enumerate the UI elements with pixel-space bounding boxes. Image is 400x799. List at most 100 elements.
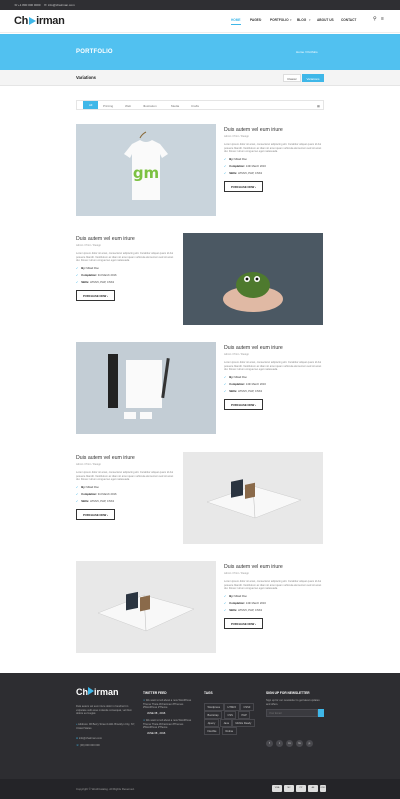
purchase-button[interactable]: PURCHASE NOW › [76, 290, 116, 302]
item-title[interactable]: Duis autem vel eum iriure [76, 455, 176, 461]
magazine-image[interactable] [76, 561, 216, 653]
filter-illustration[interactable]: Illustration [143, 104, 157, 108]
item-desc: Lorem ipsum dolor sit amet, consectetur … [76, 252, 174, 263]
tag[interactable]: Retina [222, 727, 237, 735]
newsletter-text: Sign up for our newsletter to get latest… [266, 699, 320, 706]
item-text: Duis autem vel eum iriure Admin / Print … [76, 233, 176, 302]
item-desc: Lorem ipsum dolor sit amet, consectetur … [224, 580, 322, 591]
newsletter-submit-button[interactable] [318, 709, 324, 717]
item-skills: ✔ Skills: HTML5, PHP, CSS3 [76, 499, 114, 503]
item-by: ✔ By: Mikail Roo [224, 375, 247, 379]
purchase-button[interactable]: PURCHASE NOW › [76, 509, 116, 521]
top-phone: +1 800 000 0000 [18, 3, 41, 7]
logo[interactable]: Ch irman [14, 15, 65, 27]
portfolio-item: gm Duis autem vel eum iriure Admin / Pri… [76, 124, 324, 218]
footer-email[interactable]: ✉ info@chairman.com [76, 737, 102, 741]
twitter-icon[interactable]: t [276, 740, 283, 747]
tshirt-image[interactable]: gm [76, 124, 216, 216]
item-title[interactable]: Duis autem vel eum iriure [224, 564, 324, 570]
tag[interactable]: Java [220, 719, 233, 727]
search-icon[interactable]: ⚲ [373, 16, 377, 22]
google-plus-icon[interactable]: G [296, 740, 303, 747]
portfolio-item: Duis autem vel eum iriure Admin / Print … [76, 452, 324, 546]
classic-button[interactable]: Classic [283, 74, 301, 82]
filter-bar: All Printing Web Illustration Media Craf… [76, 100, 324, 110]
check-icon: ✔ [224, 171, 227, 175]
filter-web[interactable]: Web [125, 104, 131, 108]
filter-printing[interactable]: Printing [103, 104, 113, 108]
post-item[interactable]: ✦ We want to tell about a new WordPress … [143, 699, 195, 710]
footer-logo[interactable]: Ch irman [76, 687, 119, 697]
nav-home[interactable]: HOME [231, 18, 241, 25]
nav-contact[interactable]: CONTACT [341, 18, 356, 22]
stationery-image[interactable] [76, 342, 216, 434]
portfolio-item: Duis autem vel eum iriure Admin / Print … [76, 233, 324, 327]
tag[interactable]: Flexible [204, 727, 220, 735]
menu-icon[interactable]: ≡ [381, 16, 384, 22]
tag[interactable]: Bootstrap [204, 711, 223, 719]
check-icon: ✔ [224, 382, 227, 386]
copyright: Copyright © WordCatalog. All Rights Rese… [76, 787, 135, 791]
tag[interactable]: Jquery [204, 719, 219, 727]
arrow-right-icon: › [107, 512, 109, 517]
item-by: ✔ By: Mikail Roo [76, 485, 99, 489]
item-title[interactable]: Duis autem vel eum iriure [76, 236, 176, 242]
variations-button[interactable]: Variations [302, 74, 324, 82]
filter-crafts[interactable]: Crafts [191, 104, 199, 108]
check-icon: ✔ [76, 266, 79, 270]
grid-icon[interactable]: ▦ [317, 104, 320, 108]
tag[interactable]: Wordpress [204, 703, 224, 711]
check-icon: ✔ [224, 157, 227, 161]
breadcrumb[interactable]: Home / Portfolio [296, 50, 318, 54]
moss-hands-image[interactable] [183, 233, 323, 325]
check-icon: ✔ [76, 485, 79, 489]
purchase-button[interactable]: PURCHASE NOW › [224, 618, 264, 630]
post-item[interactable]: ✦ We want to tell about a new WordPress … [143, 719, 195, 730]
top-email[interactable]: info@chairman.com [48, 3, 75, 7]
footer-address: ⌖ Address: 96 Berry Street 11111 Brookly… [76, 723, 135, 730]
svg-text:gm: gm [133, 164, 159, 182]
item-desc: Lorem ipsum dolor sit amet, consectetur … [76, 471, 174, 482]
item-text: Duis autem vel eum iriure Admin / Print … [224, 342, 324, 411]
magazine-image[interactable] [183, 452, 323, 544]
tag[interactable]: CSS [224, 711, 237, 719]
tag[interactable]: PHP [238, 711, 251, 719]
nav-portfolio[interactable]: PORTFOLIO [270, 18, 289, 22]
facebook-icon[interactable]: f [266, 740, 273, 747]
tag[interactable]: Mobile Ready [232, 719, 255, 727]
check-icon: ✔ [76, 280, 79, 284]
nav-blog[interactable]: BLOG [297, 18, 306, 22]
item-meta: Admin / Print / Design [76, 463, 102, 466]
tag[interactable]: CSS3 [240, 703, 254, 711]
portfolio-item: Duis autem vel eum iriure Admin / Print … [76, 561, 324, 655]
item-skills: ✔ Skills: HTML5, PHP, CSS3 [224, 171, 262, 175]
check-icon: ✔ [76, 499, 79, 503]
tag[interactable]: HTML5 [224, 703, 240, 711]
item-text: Duis autem vel eum iriure Admin / Print … [224, 561, 324, 630]
filter-media[interactable]: Media [171, 104, 179, 108]
check-icon: ✔ [76, 273, 79, 277]
tags-heading: TAGS [204, 691, 213, 695]
check-icon: ✔ [224, 594, 227, 598]
page-hero: PORTFOLIO Home / Portfolio [0, 34, 400, 70]
item-text: Duis autem vel eum iriure Admin / Print … [76, 452, 176, 521]
item-title[interactable]: Duis autem vel eum iriure [224, 345, 324, 351]
header: Ch irman HOME PAGES PORTFOLIO BLOG ABOUT … [0, 10, 400, 33]
visa-icon: VISA [272, 785, 282, 792]
item-completion: ✔ Completion: 14th March 2016 [224, 601, 266, 605]
item-by: ✔ By: Mikail Roo [224, 594, 247, 598]
newsletter-input[interactable] [266, 709, 318, 717]
filter-all[interactable]: All [83, 101, 99, 109]
linkedin-icon[interactable]: in [286, 740, 293, 747]
purchase-button[interactable]: PURCHASE NOW › [224, 181, 264, 193]
item-meta: Admin / Print / Design [76, 244, 102, 247]
item-title[interactable]: Duis autem vel eum iriure [224, 127, 324, 133]
check-icon: ✔ [224, 601, 227, 605]
posts-heading: TWITTER FEED [143, 691, 167, 695]
pinterest-icon[interactable]: p [306, 740, 313, 747]
post-date: JUNE 08 , 2016 [147, 732, 166, 735]
purchase-button[interactable]: PURCHASE NOW › [224, 399, 264, 411]
mail-icon: ✉ [44, 3, 47, 7]
portfolio-item: Duis autem vel eum iriure Admin / Print … [76, 342, 324, 436]
nav-about[interactable]: ABOUT US [317, 18, 334, 22]
